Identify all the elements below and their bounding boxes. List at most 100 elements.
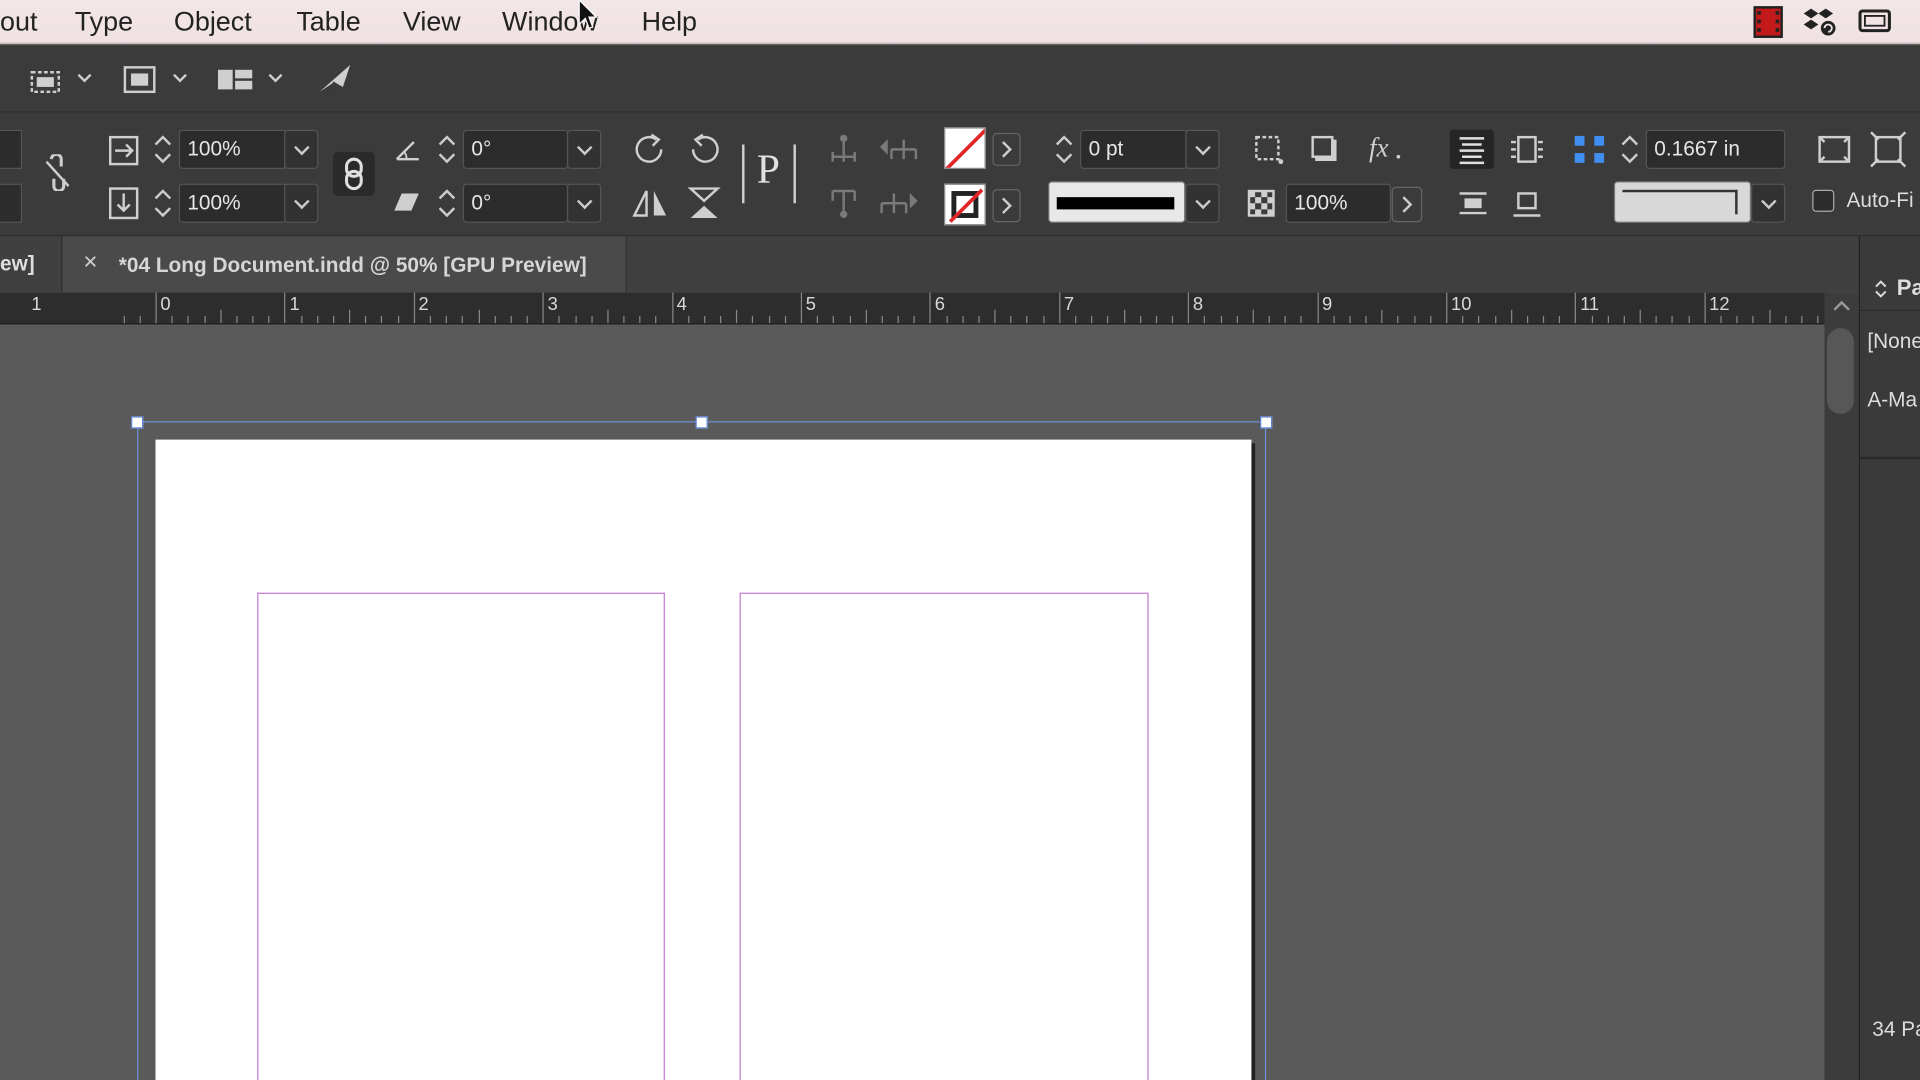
master-none-item[interactable]: [None xyxy=(1867,329,1920,353)
ruler-tick xyxy=(736,309,738,324)
select-container-icon[interactable] xyxy=(825,130,862,169)
unlinked-icon[interactable] xyxy=(42,154,74,192)
rotation-stepper[interactable] xyxy=(433,130,460,169)
ruler-tick xyxy=(1413,315,1416,324)
menu-table[interactable]: Table xyxy=(296,6,360,38)
screen-mode-icon[interactable] xyxy=(120,62,193,96)
arrange-documents-icon[interactable] xyxy=(216,62,289,96)
ruler-tick xyxy=(1559,315,1561,324)
selection-handle-top-center[interactable] xyxy=(695,416,708,429)
horizontal-ruler[interactable]: 1 0 1 2 3 4 5 6 7 8 9 10 11 12 xyxy=(0,292,1825,325)
frame-fitting-icon[interactable] xyxy=(1251,132,1285,166)
auto-fit-checkbox[interactable] xyxy=(1812,189,1835,212)
ruler-tick xyxy=(800,292,803,324)
gap-stepper[interactable] xyxy=(1616,130,1643,169)
align-center-vertical-icon[interactable] xyxy=(1452,184,1494,223)
constrain-proportions-button[interactable] xyxy=(333,151,375,196)
scale-x-dropdown[interactable] xyxy=(284,129,319,169)
shear-angle-icon xyxy=(394,193,419,211)
align-bottom-icon[interactable] xyxy=(1506,184,1548,223)
scale-y-dropdown[interactable] xyxy=(284,183,319,223)
gap-field[interactable]: 0.1667 in xyxy=(1645,129,1786,169)
stroke-weight-stepper[interactable] xyxy=(1051,130,1078,169)
stroke-weight-dropdown[interactable] xyxy=(1185,129,1220,169)
ruler-tick xyxy=(1317,292,1319,324)
frame-style-field[interactable] xyxy=(1613,181,1752,223)
ruler-tick xyxy=(268,315,270,324)
selection-handle-top-right[interactable] xyxy=(1260,416,1273,429)
tab-previous-document[interactable]: ew] xyxy=(0,236,61,292)
fit-content-to-frame-icon[interactable] xyxy=(1869,130,1908,169)
menu-view[interactable]: View xyxy=(403,6,461,38)
scale-y-field[interactable]: 100% xyxy=(178,183,287,223)
ruler-label: 2 xyxy=(418,293,429,315)
fill-menu-chevron-icon[interactable] xyxy=(992,132,1021,166)
shear-field[interactable]: 0° xyxy=(462,183,569,223)
display-icon[interactable] xyxy=(1856,5,1893,39)
scale-x-stepper[interactable] xyxy=(149,130,176,169)
ruler-tick xyxy=(187,315,189,324)
rotate-counterclockwise-icon[interactable] xyxy=(683,130,725,169)
film-icon[interactable] xyxy=(1751,5,1785,39)
ruler-tick xyxy=(720,315,722,324)
scroll-up-icon[interactable] xyxy=(1831,298,1853,315)
scrollbar-thumb[interactable] xyxy=(1826,328,1854,414)
select-content-icon[interactable] xyxy=(825,184,862,223)
control-panel: 100% 100% 0° 0° P 0 pt fx 100% 0.1667 in… xyxy=(0,112,1920,237)
ruler-tick xyxy=(220,309,222,324)
frame-style-dropdown[interactable] xyxy=(1751,183,1786,223)
rotation-dropdown[interactable] xyxy=(566,129,602,169)
stroke-menu-chevron-icon[interactable] xyxy=(992,189,1021,223)
opacity-field[interactable]: 100% xyxy=(1285,183,1392,223)
ruler-tick xyxy=(913,315,915,324)
rotate-clockwise-icon[interactable] xyxy=(629,130,671,169)
master-a-item[interactable]: A-Ma xyxy=(1867,388,1917,412)
ruler-label: 6 xyxy=(934,293,945,315)
panel-header-divider xyxy=(1860,309,1920,312)
ruler-tick xyxy=(1091,315,1093,324)
stroke-type-dropdown[interactable] xyxy=(1185,183,1220,223)
no-fill-icon xyxy=(945,128,985,168)
selection-handle-top-left[interactable] xyxy=(131,416,144,429)
menu-help[interactable]: Help xyxy=(642,6,697,38)
close-icon[interactable]: × xyxy=(83,249,97,277)
text-frame-options-icon[interactable] xyxy=(1506,130,1548,169)
reference-point-field-2[interactable] xyxy=(0,183,23,223)
scale-y-stepper[interactable] xyxy=(149,184,176,223)
tab-previous-label: ew] xyxy=(0,252,35,276)
ruler-tick xyxy=(1397,315,1399,324)
mouse-pointer-icon xyxy=(578,0,598,29)
fill-swatch[interactable] xyxy=(944,127,986,169)
stroke-swatch[interactable] xyxy=(944,183,986,226)
stroke-type-field[interactable] xyxy=(1048,181,1186,223)
select-next-object-icon[interactable] xyxy=(877,184,921,223)
shear-stepper[interactable] xyxy=(433,184,460,223)
view-options-icon[interactable] xyxy=(24,62,97,96)
opacity-slider-chevron-icon[interactable] xyxy=(1391,186,1423,223)
align-top-button[interactable] xyxy=(1449,129,1494,169)
pages-panel-title[interactable]: Pa xyxy=(1897,276,1920,302)
scale-y-icon xyxy=(108,187,139,220)
ruler-tick xyxy=(171,315,173,324)
menu-layout[interactable]: out xyxy=(0,6,37,38)
menu-object[interactable]: Object xyxy=(174,6,252,38)
select-previous-object-icon[interactable] xyxy=(877,130,921,169)
shear-dropdown[interactable] xyxy=(566,183,602,223)
reference-point-field[interactable] xyxy=(0,129,23,169)
pasteboard[interactable] xyxy=(0,324,1825,1080)
ruler-tick xyxy=(978,315,980,324)
scale-x-field[interactable]: 100% xyxy=(178,129,287,169)
rotation-field[interactable]: 0° xyxy=(462,129,569,169)
flip-vertical-icon[interactable] xyxy=(683,184,725,223)
ruler-tick xyxy=(816,315,819,324)
menu-type[interactable]: Type xyxy=(75,6,133,38)
fit-frame-to-content-icon[interactable] xyxy=(1815,130,1854,169)
dropbox-sync-icon[interactable] xyxy=(1802,5,1839,39)
stroke-weight-field[interactable]: 0 pt xyxy=(1080,129,1188,169)
flip-horizontal-icon[interactable] xyxy=(629,184,671,223)
publish-online-icon[interactable] xyxy=(316,60,355,97)
tab-active-document[interactable]: × *04 Long Document.indd @ 50% [GPU Prev… xyxy=(62,236,627,293)
effects-fx-icon[interactable]: fx xyxy=(1364,130,1406,167)
panel-collapse-icon[interactable] xyxy=(1872,278,1889,300)
drop-shadow-icon[interactable] xyxy=(1308,132,1342,166)
